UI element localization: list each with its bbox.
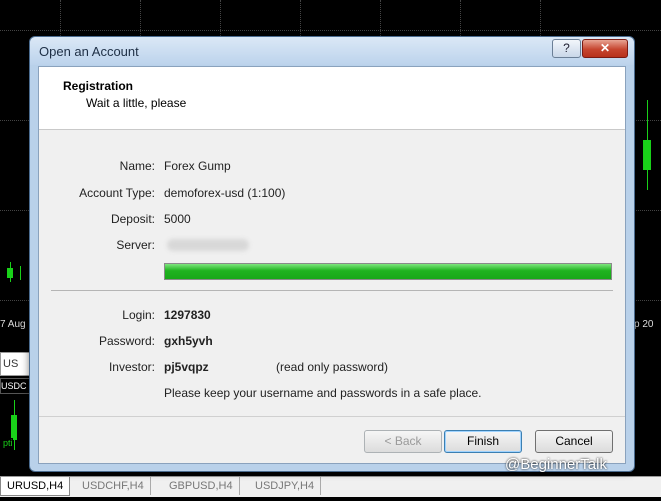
close-button[interactable]: ✕ (582, 39, 628, 58)
safety-note: Please keep your username and passwords … (164, 386, 482, 400)
progress-fill (165, 264, 611, 279)
investor-note: (read only password) (276, 360, 389, 374)
watermark: @BeginnerTalk (505, 456, 607, 473)
server-label: Server: (116, 238, 155, 252)
cancel-button[interactable]: Cancel (535, 430, 613, 453)
name-label: Name: (119, 159, 155, 173)
open-account-dialog: Open an Account ? ✕ Registration Wait a … (29, 36, 635, 472)
side-panel-symbol: USDC (0, 378, 32, 394)
wizard-title: Registration (63, 79, 134, 93)
account-type-value: demoforex-usd (1:100) (164, 186, 286, 200)
side-panel-label: US (3, 358, 19, 370)
tab-eurusd[interactable]: URUSD,H4 (0, 477, 71, 496)
dialog-title: Open an Account (39, 44, 139, 59)
help-button[interactable]: ? (552, 39, 581, 58)
chart-date-label: 7 Aug (0, 319, 26, 330)
server-value-redacted (167, 239, 249, 251)
tab-usdjpy[interactable]: USDJPY,H4 (249, 477, 322, 495)
button-separator (39, 416, 625, 417)
deposit-value: 5000 (164, 212, 191, 226)
dialog-content: Registration Wait a little, please Name:… (38, 66, 626, 464)
registration-progress-bar (164, 263, 612, 280)
investor-label: Investor: (108, 360, 155, 374)
chart-gridline (0, 30, 661, 31)
login-value: 1297830 (164, 308, 211, 322)
tab-usdchf[interactable]: USDCHF,H4 (76, 477, 151, 495)
help-icon: ? (563, 41, 570, 55)
account-type-label: Account Type: (79, 186, 155, 200)
name-value: Forex Gump (164, 159, 231, 173)
separator (51, 290, 613, 291)
chart-date-label: p 20 (634, 319, 654, 330)
password-label: Password: (98, 334, 155, 348)
chart-tabs-bar: URUSD,H4 USDCHF,H4 GBPUSD,H4 USDJPY,H4 (0, 476, 661, 497)
tab-gbpusd[interactable]: GBPUSD,H4 (163, 477, 240, 495)
finish-button[interactable]: Finish (444, 430, 522, 453)
investor-value: pj5vqpz (164, 360, 209, 374)
dialog-titlebar[interactable]: Open an Account ? ✕ (30, 37, 634, 65)
side-chart-label: pti (3, 438, 13, 448)
wizard-header: Registration Wait a little, please (39, 67, 625, 130)
password-value: gxh5yvh (164, 334, 213, 348)
candle-wick (20, 266, 21, 280)
candle (7, 268, 13, 278)
close-icon: ✕ (599, 41, 611, 55)
candle (11, 415, 17, 440)
wizard-subtitle: Wait a little, please (86, 96, 187, 110)
back-button[interactable]: < Back (364, 430, 442, 453)
candle (643, 140, 651, 170)
deposit-label: Deposit: (110, 212, 155, 226)
login-label: Login: (122, 308, 155, 322)
